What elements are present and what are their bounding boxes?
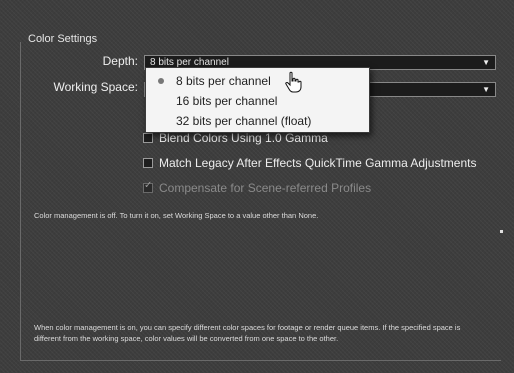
color-settings-panel: Color Settings Depth: 8 bits per channel… bbox=[0, 0, 514, 373]
depth-option-32bit[interactable]: 32 bits per channel (float) bbox=[146, 111, 369, 131]
blend-colors-checkbox[interactable] bbox=[143, 133, 153, 143]
match-legacy-option[interactable]: Match Legacy After Effects QuickTime Gam… bbox=[143, 156, 476, 170]
match-legacy-checkbox[interactable] bbox=[143, 158, 153, 168]
blend-colors-label: Blend Colors Using 1.0 Gamma bbox=[159, 131, 328, 145]
chevron-down-icon: ▼ bbox=[482, 85, 490, 94]
section-title: Color Settings bbox=[28, 33, 98, 45]
hand-pointer-cursor-icon bbox=[285, 71, 302, 93]
depth-label: Depth: bbox=[102, 54, 138, 68]
depth-option-label: 16 bits per channel bbox=[176, 94, 278, 108]
depth-option-16bit[interactable]: 16 bits per channel bbox=[146, 91, 369, 111]
match-legacy-label: Match Legacy After Effects QuickTime Gam… bbox=[159, 156, 477, 170]
resize-marker bbox=[500, 230, 503, 233]
working-space-label: Working Space: bbox=[53, 80, 139, 94]
color-management-on-text: When color management is on, you can spe… bbox=[34, 323, 461, 343]
color-management-off-text: Color management is off. To turn it on, … bbox=[34, 211, 319, 220]
depth-option-8bit[interactable]: 8 bits per channel bbox=[146, 71, 369, 91]
radio-bullet-icon bbox=[158, 78, 164, 84]
depth-dropdown-menu[interactable]: 8 bits per channel 16 bits per channel 3… bbox=[145, 67, 370, 133]
compensate-checkbox bbox=[143, 180, 153, 193]
compensate-label: Compensate for Scene-referred Profiles bbox=[159, 181, 372, 195]
depth-option-label: 8 bits per channel bbox=[176, 74, 271, 88]
blend-colors-option[interactable]: Blend Colors Using 1.0 Gamma bbox=[143, 131, 328, 145]
compensate-option: Compensate for Scene-referred Profiles bbox=[143, 180, 372, 195]
depth-option-label: 32 bits per channel (float) bbox=[176, 114, 312, 128]
chevron-down-icon: ▼ bbox=[482, 58, 490, 67]
